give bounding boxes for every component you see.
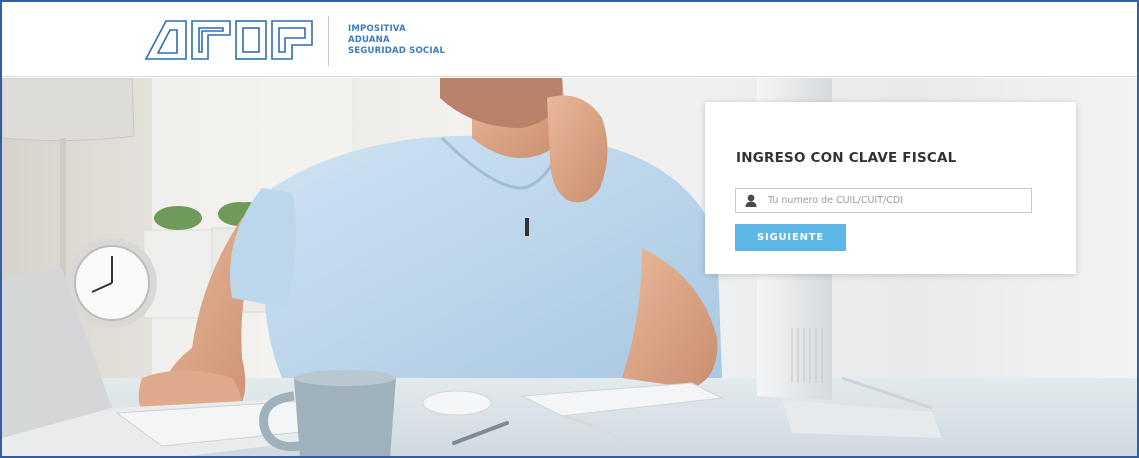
agency-tagline: IMPOSITIVA ADUANA SEGURIDAD SOCIAL [348,24,445,57]
login-card: INGRESO CON CLAVE FISCAL SIGUIENTE [705,102,1076,274]
site-header: IMPOSITIVA ADUANA SEGURIDAD SOCIAL [2,2,1137,77]
tagline-line-2: ADUANA [348,35,390,45]
logo-divider [328,16,329,66]
afip-logo[interactable] [144,19,314,61]
user-icon [745,194,757,207]
cuit-input[interactable] [768,191,1023,210]
browser-frame: IMPOSITIVA ADUANA SEGURIDAD SOCIAL INGRE… [0,0,1139,458]
tagline-line-3: SEGURIDAD SOCIAL [348,46,446,56]
login-title: INGRESO CON CLAVE FISCAL [736,150,957,166]
next-button[interactable]: SIGUIENTE [735,224,846,251]
tagline-line-1: IMPOSITIVA [348,24,406,34]
cuit-field[interactable] [735,188,1032,213]
